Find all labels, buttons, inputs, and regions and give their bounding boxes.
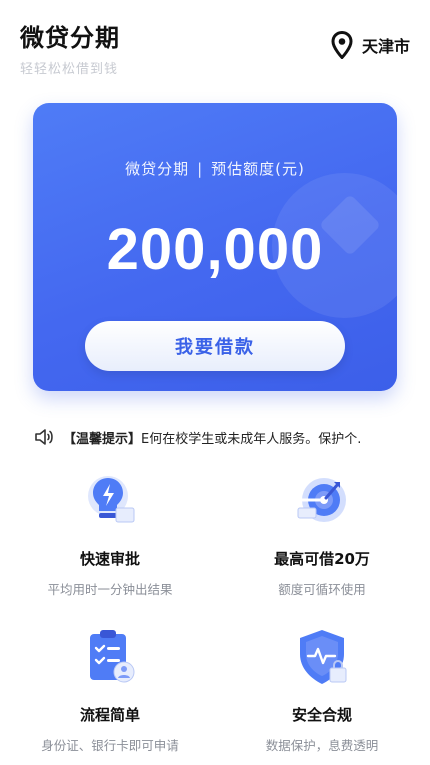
feature-desc: 数据保护，息费透明: [265, 738, 379, 753]
speaker-icon: [35, 429, 53, 445]
location-selector[interactable]: 天津市: [330, 30, 410, 60]
feature-title: 快速审批: [79, 550, 140, 568]
feature-fast-approval: 快速审批 平均用时一分钟出结果: [10, 470, 210, 598]
location-label: 天津市: [361, 37, 410, 56]
feature-max-amount: 最高可借20万 额度可循环使用: [222, 470, 422, 598]
page-title: 微贷分期: [20, 24, 120, 52]
product-name: 微贷分期: [125, 160, 190, 178]
map-pin-icon: [331, 31, 353, 59]
notice-text: 【温馨提示】E何在校学生或未成年人服务。保护个.: [63, 428, 361, 447]
borrow-button[interactable]: 我要借款: [85, 321, 345, 371]
lightbulb-icon: [88, 476, 135, 523]
card-caption: 微贷分期 | 预估额度(元): [33, 158, 397, 179]
estimate-label: 预估额度(元): [211, 160, 305, 178]
feature-security: 安全合规 数据保护，息费透明: [222, 626, 422, 754]
target-icon: [297, 478, 346, 522]
header: 微贷分期 轻轻松松借到钱 天津市: [0, 0, 430, 90]
loan-card: 微贷分期 | 预估额度(元) 200,000 我要借款: [33, 103, 397, 391]
notice-message: E何在校学生或未成年人服务。保护个.: [141, 431, 362, 447]
feature-desc: 身份证、银行卡即可申请: [41, 738, 179, 753]
feature-desc: 额度可循环使用: [278, 582, 366, 597]
caption-separator: |: [197, 160, 204, 178]
shield-icon: [300, 630, 347, 684]
credit-amount: 200,000: [106, 217, 324, 282]
feature-desc: 平均用时一分钟出结果: [47, 582, 173, 597]
feature-title: 最高可借20万: [274, 550, 370, 568]
feature-simple-process: 流程简单 身份证、银行卡即可申请: [10, 626, 210, 754]
feature-title: 流程简单: [79, 706, 140, 724]
notice-tag: 【温馨提示】: [63, 431, 142, 447]
checklist-icon: [90, 630, 135, 683]
page-subtitle: 轻轻松松借到钱: [20, 62, 119, 77]
notice-bar: 【温馨提示】E何在校学生或未成年人服务。保护个.: [33, 424, 397, 450]
feature-title: 安全合规: [291, 706, 352, 724]
